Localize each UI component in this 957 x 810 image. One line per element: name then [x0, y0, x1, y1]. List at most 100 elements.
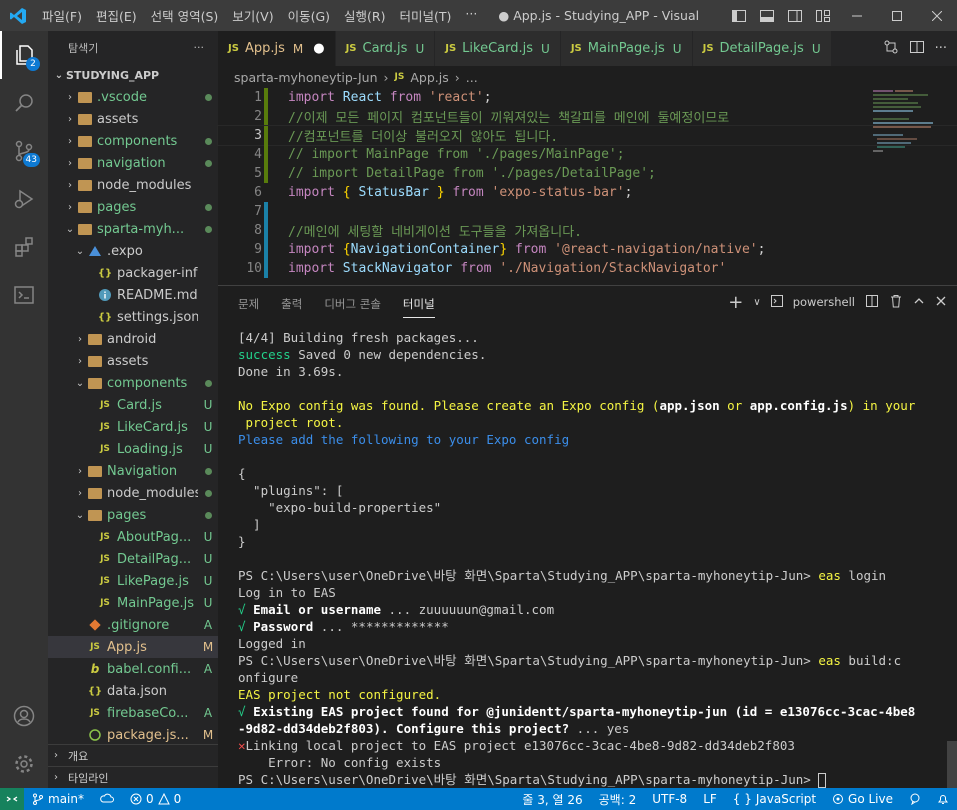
search-icon[interactable]	[0, 79, 48, 127]
remote-indicator-icon[interactable]	[0, 788, 24, 810]
tree-file[interactable]: {} packager-info.j...	[48, 262, 218, 284]
tree-folder[interactable]: › android	[48, 328, 218, 350]
maximize-icon[interactable]	[877, 0, 917, 31]
code-editor[interactable]: 1 import React from 'react'; 2 //이제 모든 페이지 …	[217, 88, 957, 285]
outline-section[interactable]: › 개요	[48, 744, 218, 766]
new-terminal-icon[interactable]: +	[728, 292, 743, 313]
run-debug-icon[interactable]	[0, 175, 48, 223]
chevron-up-icon[interactable]	[913, 295, 925, 310]
tree-file[interactable]: b babel.confi... A	[48, 658, 218, 680]
tree-file[interactable]: {} settings.json	[48, 306, 218, 328]
tree-file[interactable]: JS AboutPag... U	[48, 526, 218, 548]
tree-folder[interactable]: › assets	[48, 108, 218, 130]
editor-tab[interactable]: JS Card.js U	[335, 31, 436, 66]
encoding[interactable]: UTF-8	[644, 792, 695, 806]
language-mode[interactable]: { } JavaScript	[725, 792, 824, 806]
editor-tab[interactable]: JS App.js M ●	[218, 31, 336, 66]
split-editor-icon[interactable]	[909, 39, 925, 59]
tree-file[interactable]: README.md	[48, 284, 218, 306]
menu-item[interactable]: 실행(R)	[337, 6, 392, 25]
trash-icon[interactable]	[889, 294, 903, 311]
compare-changes-icon[interactable]	[883, 39, 899, 59]
terminal-scrollbar[interactable]	[947, 741, 957, 789]
layout-panel-icon[interactable]	[753, 0, 781, 31]
tree-file[interactable]: JS LikeCard.js U	[48, 416, 218, 438]
editor-tab[interactable]: JS MainPage.js U	[560, 31, 693, 66]
tree-folder[interactable]: › components	[48, 130, 218, 152]
tree-folder[interactable]: › node_modules	[48, 174, 218, 196]
more-actions-icon[interactable]: ···	[194, 41, 205, 54]
menu-item[interactable]: 선택 영역(S)	[144, 6, 226, 25]
explorer-icon[interactable]: 2	[0, 31, 48, 79]
tree-folder[interactable]: › Navigation	[48, 460, 218, 482]
minimize-icon[interactable]	[837, 0, 877, 31]
editor-tab[interactable]: JS LikeCard.js U	[435, 31, 561, 66]
remote-explorer-icon[interactable]	[0, 271, 48, 319]
terminal-output[interactable]: [4/4] Building fresh packages... success …	[238, 329, 938, 788]
tree-folder[interactable]: › .vscode	[48, 86, 218, 108]
tree-file[interactable]: JS Card.js U	[48, 394, 218, 416]
account-icon[interactable]	[0, 692, 48, 740]
menu-item[interactable]: 터미널(T)	[393, 6, 459, 25]
timeline-section[interactable]: › 타임라인	[48, 766, 218, 788]
settings-gear-icon[interactable]	[0, 740, 48, 788]
panel-tab[interactable]: 출력	[281, 296, 302, 312]
chevron-right-icon: ›	[78, 487, 82, 499]
tree-file[interactable]: package.js... M	[48, 724, 218, 746]
breadcrumb-symbol[interactable]: ...	[466, 70, 478, 85]
warning-count: 0	[173, 792, 182, 806]
tree-folder[interactable]: › pages	[48, 196, 218, 218]
tree-folder[interactable]: › node_modules	[48, 482, 218, 504]
breadcrumb-file[interactable]: App.js	[410, 70, 448, 85]
branch-indicator[interactable]: main*	[24, 792, 92, 806]
tree-file[interactable]: JS App.js M	[48, 636, 218, 658]
tree-folder[interactable]: › assets	[48, 350, 218, 372]
tree-file[interactable]: .gitignore A	[48, 614, 218, 636]
explorer-sidebar: 탐색기 ··· ⌄ STUDYING_APP › .vscode › assets › c…	[48, 31, 218, 788]
shell-name[interactable]: powershell	[793, 295, 855, 309]
cursor-position[interactable]: 줄 3, 열 26	[514, 791, 590, 808]
unsaved-dot-icon[interactable]: ●	[313, 41, 324, 56]
panel-tab[interactable]: 디버그 콘솔	[324, 296, 381, 312]
extensions-icon[interactable]	[0, 223, 48, 271]
menu-item[interactable]: 편집(E)	[89, 6, 144, 25]
panel-tab[interactable]: 터미널	[402, 296, 435, 318]
menu-item[interactable]: 이동(G)	[281, 6, 337, 25]
split-terminal-icon[interactable]	[865, 294, 879, 311]
tree-file[interactable]: JS Loading.js U	[48, 438, 218, 460]
tree-file[interactable]: JS DetailPag... U	[48, 548, 218, 570]
code-token: NavigationContainer	[350, 242, 500, 257]
breadcrumb-folder[interactable]: sparta-myhoneytip-Jun	[234, 70, 378, 85]
more-actions-icon[interactable]: ···	[935, 41, 947, 56]
tree-file[interactable]: JS LikePage.js U	[48, 570, 218, 592]
minimap[interactable]	[873, 88, 943, 178]
tree-folder[interactable]: ⌄ sparta-myh...	[48, 218, 218, 240]
go-live-button[interactable]: Go Live	[824, 792, 901, 806]
project-root[interactable]: ⌄ STUDYING_APP	[48, 64, 218, 86]
tree-file[interactable]: JS firebaseCo... A	[48, 702, 218, 724]
menu-item[interactable]: 파일(F)	[35, 6, 89, 25]
customize-layout-icon[interactable]	[809, 0, 837, 31]
menu-item[interactable]: 보기(V)	[225, 6, 280, 25]
chevron-down-icon[interactable]: ∨	[753, 297, 760, 308]
close-panel-icon[interactable]	[935, 295, 947, 310]
tree-folder[interactable]: ⌄ .expo	[48, 240, 218, 262]
sync-icon[interactable]	[92, 793, 122, 805]
editor-tab[interactable]: JS DetailPage.js U	[692, 31, 832, 66]
layout-secondary-icon[interactable]	[781, 0, 809, 31]
tree-folder[interactable]: ⌄ pages	[48, 504, 218, 526]
panel-tab[interactable]: 문제	[238, 296, 259, 312]
tree-folder[interactable]: ⌄ components	[48, 372, 218, 394]
notifications-bell-icon[interactable]	[929, 793, 957, 805]
tree-file[interactable]: JS MainPage.js U	[48, 592, 218, 614]
menu-item[interactable]: ···	[458, 6, 484, 25]
source-control-icon[interactable]: 43	[0, 127, 48, 175]
layout-sidebar-icon[interactable]	[725, 0, 753, 31]
indentation[interactable]: 공백: 2	[591, 791, 645, 808]
close-window-icon[interactable]	[917, 0, 957, 31]
end-of-line[interactable]: LF	[695, 792, 725, 806]
problems-indicator[interactable]: 0 0	[122, 792, 189, 806]
tree-folder[interactable]: › navigation	[48, 152, 218, 174]
tree-file[interactable]: {} data.json	[48, 680, 218, 702]
feedback-icon[interactable]	[901, 793, 929, 805]
